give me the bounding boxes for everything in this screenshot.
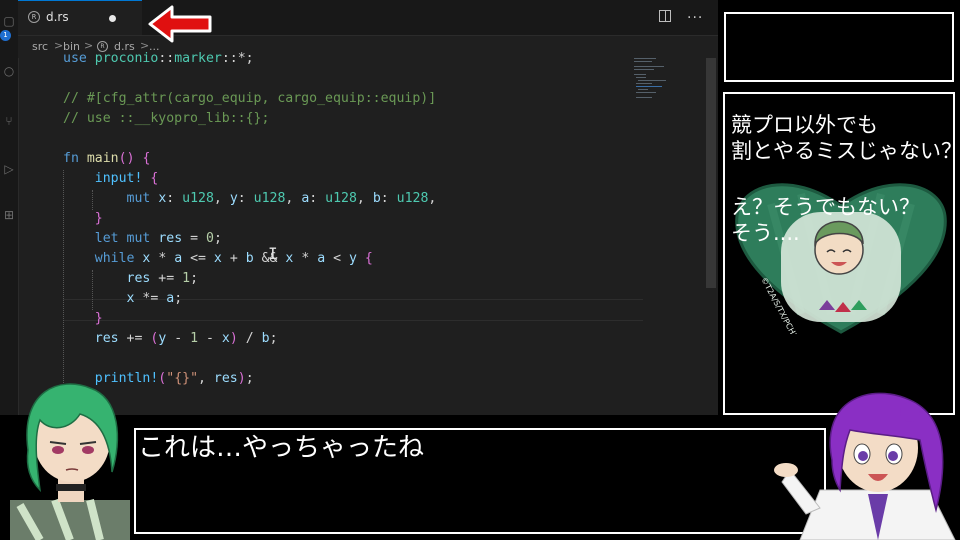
purple-hair-character xyxy=(774,392,956,540)
code-area[interactable]: use proconio::marker::*; // #[cfg_attr(c… xyxy=(18,49,643,415)
red-arrow-icon xyxy=(148,5,212,43)
unsaved-dot-icon[interactable] xyxy=(109,15,116,22)
source-control-badge: 1 xyxy=(0,30,11,41)
tab-bar: R d.rs ... xyxy=(18,0,718,36)
commentary-line-1: 競プロ以外でも xyxy=(731,113,878,137)
code-editor-window: ▢ 1 ○ ⑂ ▷ ⊞ R d.rs ... src > bin > R d.r… xyxy=(0,0,718,415)
top-info-box xyxy=(724,12,954,82)
run-debug-icon[interactable]: ▷ xyxy=(0,162,18,176)
code-line[interactable]: while x * a <= x + b && x * a < y { xyxy=(63,249,373,269)
tab-label: d.rs xyxy=(46,10,69,24)
text-cursor-icon: I xyxy=(268,244,278,263)
code-line[interactable]: // use ::__kyopro_lib::{}; xyxy=(63,109,269,129)
code-line[interactable] xyxy=(63,69,71,89)
code-line[interactable]: } xyxy=(63,209,103,229)
more-actions-icon[interactable]: ... xyxy=(687,6,703,22)
minimap[interactable] xyxy=(632,56,702,116)
extensions-icon[interactable]: ⊞ xyxy=(0,208,18,222)
source-control-icon[interactable]: ⑂ xyxy=(0,114,18,128)
commentary-line-4: え？そうでもない？ xyxy=(731,195,920,219)
rust-file-icon: R xyxy=(28,11,40,23)
code-line[interactable]: use proconio::marker::*; xyxy=(63,49,254,69)
code-line[interactable]: input! { xyxy=(63,169,159,189)
code-line[interactable] xyxy=(63,129,71,149)
code-line[interactable]: mut x: u128, y: u128, a: u128, b: u128, xyxy=(63,189,437,209)
code-line[interactable]: fn main() { xyxy=(63,149,150,169)
code-line[interactable]: let mut res = 0; xyxy=(63,229,222,249)
code-line[interactable]: } xyxy=(63,309,103,329)
code-line[interactable]: res += 1; xyxy=(63,269,199,289)
code-line[interactable]: // #[cfg_attr(cargo_equip, cargo_equip::… xyxy=(63,89,436,109)
code-line[interactable]: res += (y - 1 - x) / b; xyxy=(63,329,278,349)
tab-d-rs[interactable]: R d.rs xyxy=(18,0,142,35)
commentary-line-5: そう.... xyxy=(731,221,800,245)
code-line[interactable]: x *= a; xyxy=(63,289,183,309)
explorer-icon[interactable]: ▢ xyxy=(0,14,18,28)
split-editor-icon[interactable] xyxy=(659,10,671,22)
commentary-box: ©T2A/S/TX/PCH2 競プロ以外でも 割とやるミスじゃない？ え？そうで… xyxy=(723,92,955,415)
code-line[interactable] xyxy=(63,349,71,369)
search-icon[interactable]: ○ xyxy=(0,64,18,78)
vertical-scrollbar[interactable] xyxy=(706,58,716,288)
dialogue-box: これは…やっちゃったね xyxy=(134,428,826,534)
commentary-line-2: 割とやるミスじゃない？ xyxy=(731,139,955,163)
activity-bar: ▢ 1 ○ ⑂ ▷ ⊞ xyxy=(0,0,19,415)
green-hair-character xyxy=(10,383,130,540)
dialogue-text: これは…やっちゃったね xyxy=(138,433,425,463)
